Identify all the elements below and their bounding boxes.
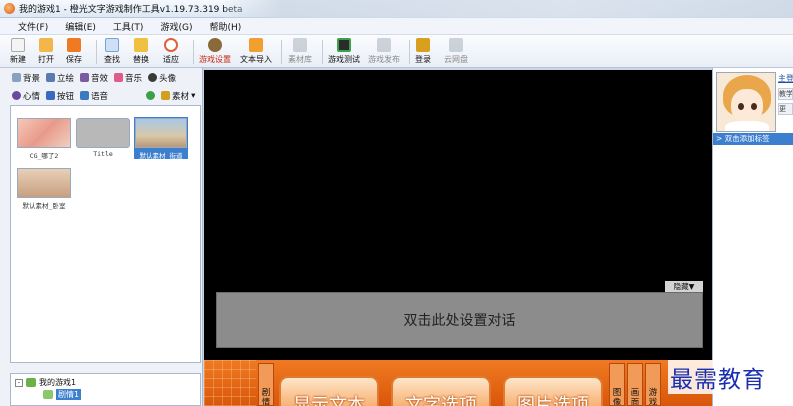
watermark: 最需教育: [668, 360, 768, 394]
login-icon: [416, 38, 430, 52]
toolbar-separator: [322, 40, 323, 64]
menu-tools[interactable]: 工具(T): [113, 20, 144, 33]
thumbnail-image: [17, 168, 71, 198]
save-icon: [67, 38, 81, 52]
command-bar: 剧情 显示文本 文字选项 图片选项 图像 画面 游戏: [204, 360, 712, 406]
avatar-icon: [148, 73, 158, 82]
app-logo-icon: [4, 3, 15, 14]
refresh-icon: [146, 91, 156, 100]
dialog-hint: 双击此处设置对话: [403, 313, 516, 329]
category-sound-effect[interactable]: 音效: [80, 72, 108, 84]
tab-image[interactable]: 图像: [609, 363, 625, 406]
category-mood[interactable]: 心情: [12, 90, 40, 102]
toolbar-separator: [409, 40, 410, 64]
menu-bar: 文件(F) 编辑(E) 工具(T) 游戏(G) 帮助(H): [0, 18, 793, 35]
image-option-button[interactable]: 图片选项: [503, 376, 603, 406]
story-page-icon: [43, 390, 53, 399]
sound-effect-icon: [80, 73, 90, 82]
find-icon: [105, 38, 119, 52]
thumbnail-image: [17, 118, 71, 148]
find-button[interactable]: 查找: [104, 37, 120, 67]
category-music[interactable]: 音乐: [114, 72, 142, 84]
resource-category-row-2: 心情 按钮 语音 素材 ▾: [0, 87, 203, 104]
game-test-button[interactable]: 游戏测试: [328, 37, 360, 67]
game-test-icon: [337, 38, 351, 52]
category-button[interactable]: 按钮: [46, 90, 74, 102]
thumbnail-item[interactable]: Title: [76, 118, 130, 160]
login-button[interactable]: 登录: [415, 37, 431, 67]
tab-story[interactable]: 剧情: [258, 363, 274, 406]
fit-button[interactable]: 适应: [163, 37, 179, 67]
tree-node-story[interactable]: 剧情1: [43, 389, 82, 400]
show-text-button[interactable]: 显示文本: [279, 376, 379, 406]
background-icon: [12, 73, 21, 82]
text-option-button[interactable]: 文字选项: [391, 376, 491, 406]
title-bar: 我的游戏1 - 橙光文字游戏制作工具v1.19.73.319 beta: [0, 0, 793, 18]
game-settings-button[interactable]: 游戏设置: [199, 37, 231, 67]
thumbnail-image: [76, 118, 130, 148]
library-icon: [293, 38, 307, 52]
add-tag-hint[interactable]: > 双击添加标签: [713, 133, 793, 145]
text-import-icon: [249, 38, 263, 52]
cloud-drive-button[interactable]: 云网盘: [444, 37, 468, 67]
grid-pattern: [204, 360, 256, 406]
tree-node-root[interactable]: - 我的游戏1: [15, 377, 76, 388]
portrait-icon: [46, 73, 56, 82]
character-tag[interactable]: 更: [778, 103, 793, 115]
music-icon: [114, 73, 124, 82]
new-button[interactable]: 新建: [10, 37, 26, 67]
category-background[interactable]: 背景: [12, 72, 40, 84]
text-import-button[interactable]: 文本导入: [240, 37, 272, 67]
toolbar: 新建 打开 保存 查找 替换 适应 游戏设置 文本导入 素材库 游戏测试 游戏发…: [0, 35, 793, 68]
save-button[interactable]: 保存: [66, 37, 82, 67]
category-avatar[interactable]: 头像: [148, 72, 176, 84]
new-file-icon: [11, 38, 25, 52]
character-avatar[interactable]: [716, 72, 776, 132]
refresh-button[interactable]: [146, 91, 156, 100]
publish-icon: [377, 38, 391, 52]
open-button[interactable]: 打开: [38, 37, 54, 67]
resource-panel: 背景 立绘 音效 音乐 头像 心情 按钮 语音 素材 ▾ CG_哪了2 Title…: [0, 68, 203, 406]
thumbnail-image: [135, 118, 187, 148]
resource-thumbnail-list: CG_哪了2 Title 默认素材_街道 默认素材_卧室: [10, 105, 201, 363]
category-portrait[interactable]: 立绘: [46, 72, 74, 84]
toolbar-separator: [281, 40, 282, 64]
category-voice[interactable]: 语音: [80, 90, 108, 102]
menu-help[interactable]: 帮助(H): [209, 20, 241, 33]
collapse-toggle[interactable]: -: [15, 378, 23, 387]
game-folder-icon: [26, 378, 36, 387]
material-icon: [161, 91, 171, 100]
story-tree: - 我的游戏1 剧情1: [10, 373, 201, 406]
folder-open-icon: [39, 38, 53, 52]
character-tag[interactable]: 教学: [778, 88, 793, 100]
menu-file[interactable]: 文件(F): [18, 20, 48, 33]
replace-button[interactable]: 替换: [133, 37, 149, 67]
library-button[interactable]: 素材库: [288, 37, 312, 67]
button-icon: [46, 91, 56, 100]
fit-icon: [164, 38, 178, 52]
cloud-drive-icon: [449, 38, 463, 52]
menu-edit[interactable]: 编辑(E): [65, 20, 96, 33]
hide-dialog-toggle[interactable]: 隐藏▼: [665, 281, 703, 292]
resource-category-row-1: 背景 立绘 音效 音乐 头像: [0, 69, 203, 86]
character-link[interactable]: 主登: [778, 73, 793, 84]
toolbar-separator: [96, 40, 97, 64]
title-bar-blurred-area: [225, 0, 793, 18]
category-material[interactable]: 素材 ▾: [161, 90, 195, 102]
thumbnail-item-selected[interactable]: 默认素材_街道: [134, 117, 188, 160]
thumbnail-item[interactable]: 默认素材_卧室: [17, 168, 71, 210]
replace-icon: [134, 38, 148, 52]
gear-icon: [208, 38, 222, 52]
dialog-box[interactable]: 双击此处设置对话: [216, 292, 703, 348]
window-title: 我的游戏1 - 橙光文字游戏制作工具v1.19.73.319 beta: [19, 5, 243, 15]
mood-icon: [12, 91, 21, 100]
toolbar-separator: [193, 40, 194, 64]
thumbnail-item[interactable]: CG_哪了2: [17, 118, 71, 160]
menu-game[interactable]: 游戏(G): [160, 20, 192, 33]
chevron-down-icon: ▾: [191, 90, 196, 101]
tab-game[interactable]: 游戏: [645, 363, 661, 406]
voice-icon: [80, 91, 90, 100]
tab-screen[interactable]: 画面: [627, 363, 643, 406]
publish-button[interactable]: 游戏发布: [368, 37, 400, 67]
